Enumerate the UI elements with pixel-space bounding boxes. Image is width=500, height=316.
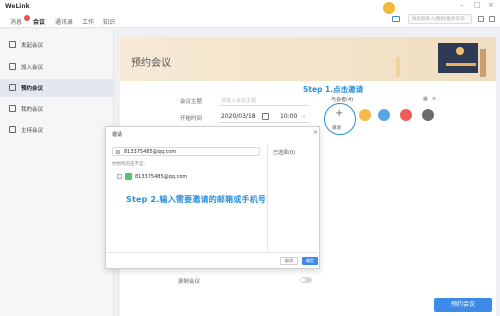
subject-label: 会议主题 <box>180 99 203 105</box>
banner-illustration <box>396 43 486 77</box>
sidebar: 发起会议 加入会议 预约会议 我的会议 主持会议 <box>0 29 114 316</box>
participant-avatar[interactable] <box>400 109 412 121</box>
record-label: 录制会议 <box>178 279 201 285</box>
participants-label: 与会者(4) <box>331 97 354 103</box>
schedule-submit-button[interactable]: 预约会议 <box>434 298 492 312</box>
title-bar: WeLink 消息 会议 通讯录 工作 知识 – □ × 搜索联系人/群组/服务… <box>0 0 500 28</box>
sidebar-item-label: 我的会议 <box>21 107 44 113</box>
minimize-icon[interactable]: – <box>460 2 464 9</box>
invite-search-value: 813375485@qq.com <box>124 149 177 155</box>
user-avatar[interactable] <box>383 2 395 14</box>
sidebar-item-label: 预约会议 <box>21 86 44 92</box>
add-icon[interactable] <box>478 16 484 22</box>
screen-share-icon[interactable] <box>392 16 400 22</box>
sidebar-item-label: 加入会议 <box>21 65 44 71</box>
participant-avatar[interactable] <box>359 109 371 121</box>
suggestion-email: 813375485@qq.com <box>135 174 188 180</box>
list-view-icon[interactable]: ≡ <box>432 96 436 102</box>
sidebar-item-join-meeting[interactable]: 加入会议 <box>0 58 114 76</box>
tab-contacts[interactable]: 通讯录 <box>55 17 73 26</box>
page-title: 预约会议 <box>131 58 171 69</box>
host-icon <box>9 126 16 133</box>
invite-label: 邀请 <box>332 126 341 131</box>
plus-icon: + <box>335 108 344 119</box>
sidebar-item-host-meeting[interactable]: 主持会议 <box>0 121 114 139</box>
search-icon <box>116 150 120 154</box>
step2-annotation: Step 2.输入需要邀请的邮箱或手机号 <box>126 195 267 204</box>
start-underline <box>219 122 309 123</box>
dialog-divider <box>267 145 268 251</box>
tab-messages[interactable]: 消息 <box>10 17 22 26</box>
participant-avatar[interactable] <box>422 109 434 121</box>
page-banner: 预约会议 <box>120 37 496 81</box>
maximize-icon[interactable]: □ <box>474 2 481 9</box>
menu-icon[interactable] <box>489 16 495 22</box>
tab-meetings[interactable]: 会议 <box>33 17 45 26</box>
subject-underline <box>219 105 309 106</box>
checkbox[interactable] <box>117 174 122 179</box>
tab-work[interactable]: 工作 <box>82 17 94 26</box>
step1-annotation: Step 1.点击邀请 <box>303 85 364 94</box>
sidebar-item-my-meetings[interactable]: 我的会议 <box>0 100 114 118</box>
video-icon <box>9 41 16 48</box>
start-time-field[interactable]: 10:00 <box>280 113 297 120</box>
invite-search-input[interactable]: 813375485@qq.com <box>112 147 260 156</box>
dialog-ok-button[interactable]: 确定 <box>302 257 318 265</box>
app-title: WeLink <box>5 3 30 10</box>
close-icon[interactable]: × <box>488 2 494 9</box>
dialog-footer-divider <box>106 252 321 253</box>
mail-icon <box>125 173 132 180</box>
list-icon <box>9 105 16 112</box>
dialog-cancel-button[interactable]: 取消 <box>280 257 298 265</box>
tab-knowledge[interactable]: 知识 <box>103 17 115 26</box>
sidebar-item-schedule-meeting[interactable]: 预约会议 <box>0 79 114 97</box>
start-date-field[interactable]: 2020/03/18 <box>221 113 256 120</box>
dialog-close-icon[interactable]: × <box>313 130 318 136</box>
sidebar-item-label: 主持会议 <box>21 128 44 134</box>
calendar-icon <box>9 84 16 91</box>
suggestion-heading: 你想找的是不是: <box>112 162 146 167</box>
join-icon <box>9 63 16 70</box>
chevron-down-icon[interactable]: ⌄ <box>302 113 306 119</box>
suggestion-item[interactable]: 813375485@qq.com <box>112 172 260 182</box>
selected-count: 已选择(0) <box>273 150 296 156</box>
sidebar-item-start-meeting[interactable]: 发起会议 <box>0 36 114 54</box>
subject-input[interactable]: 请输入会议主题 <box>221 97 256 104</box>
record-toggle[interactable] <box>300 277 312 283</box>
calendar-picker-icon[interactable] <box>262 113 269 120</box>
dialog-title: 邀请 <box>112 132 123 138</box>
unread-badge <box>24 15 30 21</box>
sidebar-item-label: 发起会议 <box>21 43 44 49</box>
start-time-label: 开始时间 <box>180 116 203 122</box>
global-search-input[interactable]: 搜索联系人/群组/服务号等 <box>408 14 472 24</box>
participant-avatar[interactable] <box>378 109 390 121</box>
grid-view-icon[interactable]: ▦ <box>423 96 428 102</box>
